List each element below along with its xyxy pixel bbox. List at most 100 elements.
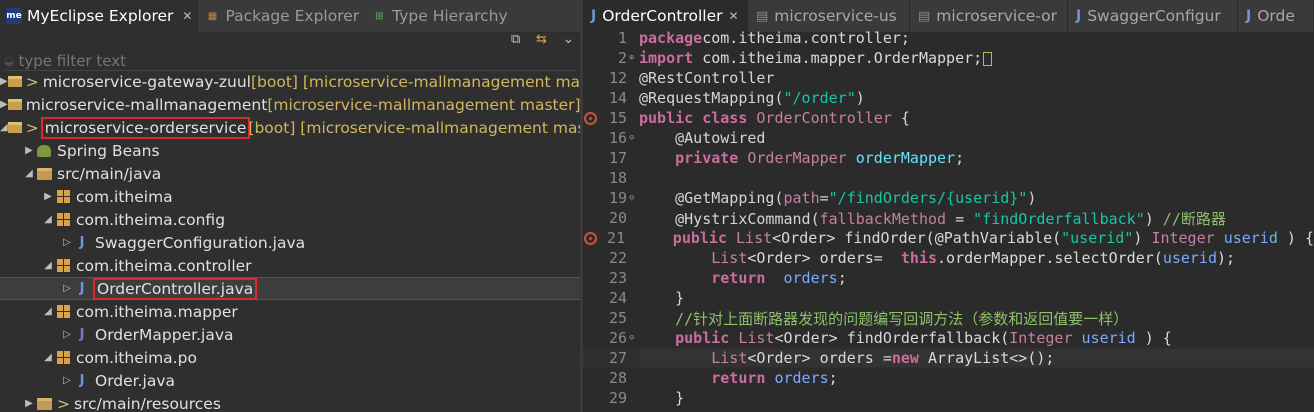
tree-item[interactable]: ▷ J Order.java	[0, 369, 580, 392]
tree-item[interactable]: ◢ com.itheima.po	[0, 346, 580, 369]
collapsed-arrow-icon[interactable]: ▷	[61, 237, 73, 248]
tree-item[interactable]: ▶ Spring Beans	[0, 139, 580, 162]
tab-package-explorer[interactable]: ▦ Package Explorer	[198, 0, 365, 32]
collapsed-arrow-icon[interactable]: ▶	[0, 76, 8, 87]
code-line: 2 ⊕ import com.itheima.mapper.OrderMapper;	[583, 48, 1314, 68]
tree-item[interactable]: ▷ J OrderMapper.java	[0, 323, 580, 346]
tree-item-label: OrderMapper.java	[95, 325, 234, 344]
tree-item[interactable]: ▶ com.itheima	[0, 185, 580, 208]
code-text: @HystrixCommand(fallbackMethod = "findOr…	[675, 209, 1226, 228]
code-text: return orders;	[711, 369, 838, 387]
collapsed-arrow-icon[interactable]: ▶	[42, 191, 54, 202]
fold-expand-icon[interactable]: ⊕	[627, 53, 639, 63]
breakpoint-icon[interactable]	[584, 112, 597, 125]
editor-tab-label: SwaggerConfigur	[1087, 7, 1221, 25]
code-line: 27 List<Order> orders =new ArrayList<>()…	[583, 348, 1314, 368]
java-file-icon: J	[1246, 8, 1252, 24]
link-with-editor-icon[interactable]: ⇆	[536, 32, 547, 47]
fold-collapse-icon[interactable]: ⊖	[627, 333, 639, 343]
code-line: 15 public class OrderController {	[583, 108, 1314, 128]
expanded-arrow-icon[interactable]: ◢	[42, 306, 54, 317]
close-icon[interactable]: ✕	[182, 9, 192, 23]
package-explorer-icon: ▦	[207, 10, 218, 22]
tree-item[interactable]: ▶ > microservice-gateway-zuul [boot] [micr…	[0, 70, 580, 93]
code-text: @Autowired	[675, 129, 766, 147]
package-icon	[54, 188, 72, 206]
expanded-arrow-icon[interactable]: ◢	[42, 352, 54, 363]
filter-input[interactable]	[18, 52, 319, 70]
tree-item[interactable]: ▷ J OrderController.java	[0, 277, 580, 300]
tree-item[interactable]: ▶ > src/main/resources	[0, 392, 580, 412]
tree-item-label: Spring Beans	[57, 141, 160, 160]
code-text: private OrderMapper orderMapper;	[675, 149, 965, 167]
expanded-arrow-icon[interactable]: ◢	[42, 214, 54, 225]
tree-item-label: com.itheima.config	[76, 210, 226, 229]
fold-collapse-icon[interactable]: ⊖	[627, 193, 639, 203]
view-menu-chevron-down-icon[interactable]: ⌄	[563, 32, 574, 47]
line-number: 21	[583, 229, 625, 247]
collapse-all-icon[interactable]: ⧉	[511, 32, 520, 47]
folded-code-marker[interactable]	[983, 51, 993, 66]
tree-item-decoration: [boot] [microservice-mallmanagement mast	[250, 72, 580, 91]
collapsed-arrow-icon[interactable]: ▷	[61, 283, 73, 294]
line-number: 26	[608, 329, 627, 347]
tree-item-label: microservice-orderservice	[40, 116, 251, 139]
code-text: List<Order> orders= this.orderMapper.sel…	[711, 249, 1236, 267]
tree-item[interactable]: ◢ > microservice-orderservice [boot] [micr…	[0, 116, 580, 139]
line-number: 16	[608, 129, 627, 147]
code-line: 29 }	[583, 388, 1314, 408]
tree-item-decoration: [microservice-mallmanagement master]	[267, 95, 580, 114]
project-icon	[7, 73, 22, 91]
tab-myeclipse-explorer[interactable]: me MyEclipse Explorer ✕	[0, 0, 199, 32]
type-hierarchy-icon: ⊞	[374, 10, 384, 22]
tab-label: Type Hierarchy	[392, 7, 508, 25]
fold-collapse-icon[interactable]: ⊖	[627, 133, 639, 143]
line-number: 28	[608, 369, 627, 387]
tree-item[interactable]: ▶ microservice-mallmanagement [microservi…	[0, 93, 580, 116]
line-number: 24	[608, 289, 627, 307]
tab-type-hierarchy[interactable]: ⊞ Type Hierarchy	[365, 0, 513, 32]
line-number: 12	[608, 69, 627, 87]
editor-tab-label: microservice-or	[936, 7, 1057, 25]
expanded-arrow-icon[interactable]: ◢	[0, 122, 8, 133]
code-line: 17 private OrderMapper orderMapper;	[583, 148, 1314, 168]
editor-tab-label: OrderController	[602, 7, 723, 25]
tree-item[interactable]: ◢ src/main/java	[0, 162, 580, 185]
tab-label: Package Explorer	[225, 7, 360, 25]
tree-item[interactable]: ◢ com.itheima.mapper	[0, 300, 580, 323]
breakpoint-icon[interactable]	[584, 232, 597, 245]
code-text: return orders;	[711, 269, 847, 287]
line-number: 18	[608, 169, 627, 187]
tree-item-label: com.itheima	[76, 187, 173, 206]
tree-item[interactable]: ◢ com.itheima.controller	[0, 254, 580, 277]
file-icon: ▤	[918, 8, 931, 24]
collapsed-arrow-icon[interactable]: ▶	[0, 99, 8, 110]
expanded-arrow-icon[interactable]: ◢	[42, 260, 54, 271]
java-file-icon: J	[591, 8, 597, 24]
line-number: 22	[608, 249, 627, 267]
java-interface-file-icon: J	[79, 327, 85, 342]
package-icon	[54, 211, 72, 229]
line-number: 23	[608, 269, 627, 287]
line-number: 17	[608, 149, 627, 167]
close-icon[interactable]: ✕	[729, 9, 739, 23]
myeclipse-icon: me	[6, 8, 22, 24]
collapsed-arrow-icon[interactable]: ▶	[23, 145, 35, 156]
tree-item-decoration: [boot] [microservice-mallmanagement mast	[248, 118, 580, 137]
tree-item-label: Order.java	[95, 371, 176, 390]
line-number: 14	[608, 89, 627, 107]
collapsed-arrow-icon[interactable]: ▷	[61, 375, 73, 386]
collapsed-arrow-icon[interactable]: ▶	[23, 398, 35, 409]
tree-item[interactable]: ◢ com.itheima.config	[0, 208, 580, 231]
code-line: 19 ⊖ @GetMapping(path="/findOrders/{useri…	[583, 188, 1314, 208]
code-text: @RestController	[639, 69, 775, 87]
tree-item-label: src/main/resources	[74, 394, 221, 412]
line-number: 27	[608, 349, 627, 367]
tree-item[interactable]: ▷ J SwaggerConfiguration.java	[0, 231, 580, 254]
line-number: 25	[608, 309, 627, 327]
code-line: 28 return orders;	[583, 368, 1314, 388]
tree-item-label: microservice-mallmanagement	[25, 95, 268, 114]
collapsed-arrow-icon[interactable]: ▷	[61, 329, 73, 340]
code-line: 21 public List<Order> findOrder(@PathVar…	[583, 228, 1314, 248]
expanded-arrow-icon[interactable]: ◢	[23, 168, 35, 179]
